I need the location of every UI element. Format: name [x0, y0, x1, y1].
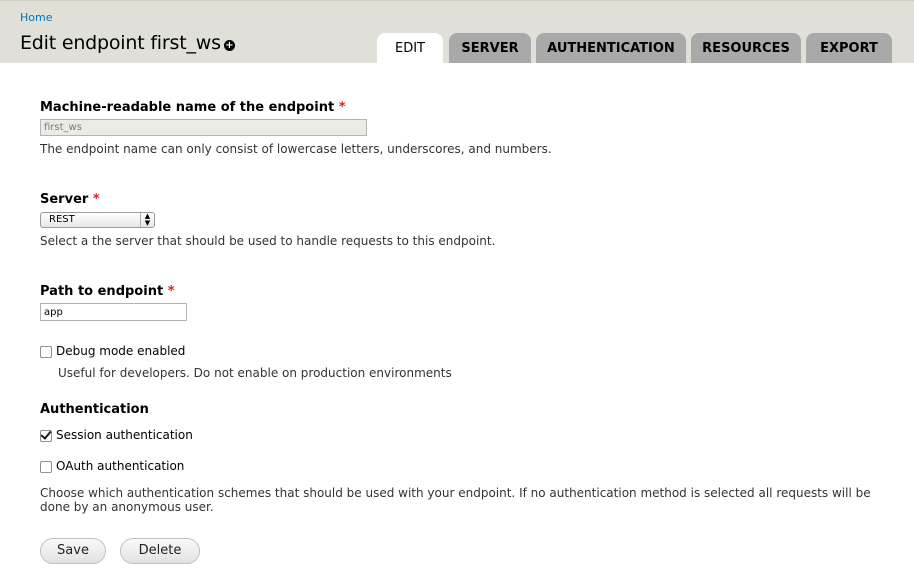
authentication-description-line1: Choose which authentication schemes that… — [40, 486, 871, 500]
tab-authentication[interactable]: AUTHENTICATION — [536, 33, 686, 63]
path-input[interactable] — [40, 303, 187, 321]
debug-checkbox-label: Debug mode enabled — [56, 344, 186, 358]
debug-checkbox[interactable] — [40, 346, 52, 358]
machine-name-input — [40, 119, 367, 136]
session-auth-label: Session authentication — [56, 428, 193, 442]
tab-edit-label: EDIT — [395, 41, 425, 56]
tab-export[interactable]: EXPORT — [806, 33, 892, 63]
tab-resources[interactable]: RESOURCES — [691, 33, 801, 63]
oauth-label: OAuth authentication — [56, 459, 185, 473]
required-marker: * — [167, 284, 175, 299]
tab-resources-label: RESOURCES — [702, 41, 790, 56]
tab-export-label: EXPORT — [820, 41, 878, 56]
plus-circle-icon[interactable]: + — [224, 40, 235, 51]
server-select-value: REST — [49, 214, 75, 225]
required-marker: * — [92, 192, 100, 207]
required-marker: * — [338, 100, 346, 115]
breadcrumb-home-link[interactable]: Home — [20, 11, 52, 24]
session-auth-checkbox[interactable] — [40, 430, 52, 442]
server-select[interactable]: REST ▲ ▼ — [40, 212, 155, 228]
page-header: Home Edit endpoint first_ws + EDIT SERVE… — [0, 0, 914, 64]
debug-description: Useful for developers. Do not enable on … — [58, 366, 452, 380]
tab-server-label: SERVER — [461, 41, 519, 56]
tab-edit[interactable]: EDIT — [377, 33, 443, 64]
server-label: Server * — [40, 192, 100, 207]
delete-button[interactable]: Delete — [120, 538, 200, 564]
authentication-title: Authentication — [40, 402, 149, 417]
authentication-description-line2: done by an anonymous user. — [40, 500, 214, 514]
path-label: Path to endpoint * — [40, 284, 175, 299]
server-description: Select a the server that should be used … — [40, 234, 496, 248]
page-title: Edit endpoint first_ws — [20, 32, 221, 54]
oauth-checkbox[interactable] — [40, 461, 52, 473]
machine-name-description: The endpoint name can only consist of lo… — [40, 142, 552, 156]
tab-authentication-label: AUTHENTICATION — [547, 41, 675, 56]
save-button[interactable]: Save — [40, 538, 106, 564]
machine-name-label: Machine-readable name of the endpoint * — [40, 100, 346, 115]
tab-server[interactable]: SERVER — [449, 33, 531, 63]
select-arrows-icon: ▲ ▼ — [140, 213, 154, 227]
